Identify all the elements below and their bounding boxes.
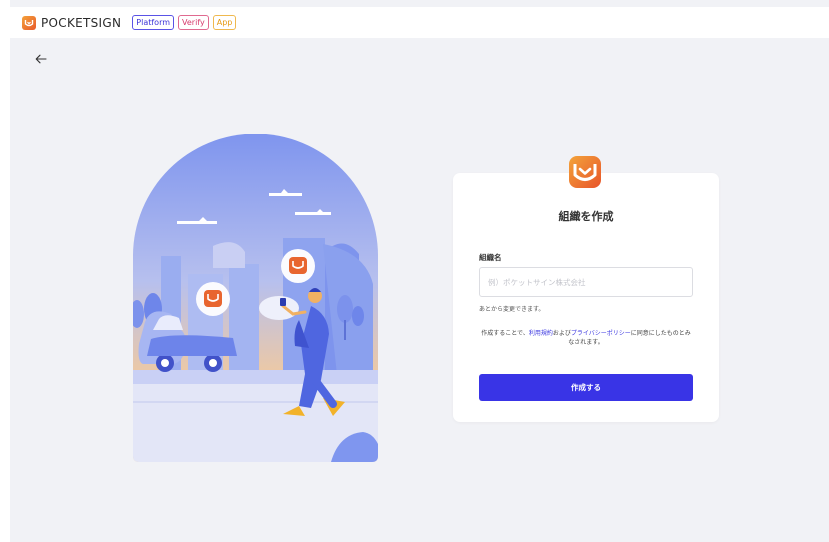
tag-app[interactable]: App bbox=[212, 15, 237, 30]
terms-notice: 作成することで、利用規約およびプライバシーポリシーに同意にしたものとみなされます… bbox=[479, 329, 693, 347]
city-illustration bbox=[133, 134, 378, 462]
brand-logo[interactable]: POCKETSIGN bbox=[22, 15, 122, 30]
back-button[interactable] bbox=[33, 52, 49, 66]
help-text: あとから変更できます。 bbox=[479, 306, 545, 313]
privacy-policy-link[interactable]: プライバシーポリシー bbox=[571, 330, 631, 337]
org-name-label: 組織名 bbox=[479, 253, 502, 262]
arrow-left-icon bbox=[35, 54, 47, 64]
card-title: 組織を作成 bbox=[558, 210, 614, 223]
tag-platform[interactable]: Platform bbox=[132, 15, 175, 30]
pocketsign-logo-icon bbox=[22, 15, 36, 30]
org-name-input[interactable] bbox=[479, 267, 693, 297]
tag-verify[interactable]: Verify bbox=[178, 15, 209, 30]
left-edge-strip bbox=[0, 0, 10, 542]
terms-of-service-link[interactable]: 利用規約 bbox=[529, 330, 553, 337]
terms-mid: および bbox=[552, 330, 571, 337]
pocketsign-app-icon bbox=[569, 156, 601, 188]
brand-name: POCKETSIGN bbox=[41, 15, 122, 30]
top-bar: POCKETSIGN Platform Verify App bbox=[10, 7, 829, 38]
create-button[interactable]: 作成する bbox=[479, 374, 693, 401]
terms-prefix: 作成することで、 bbox=[481, 330, 529, 337]
